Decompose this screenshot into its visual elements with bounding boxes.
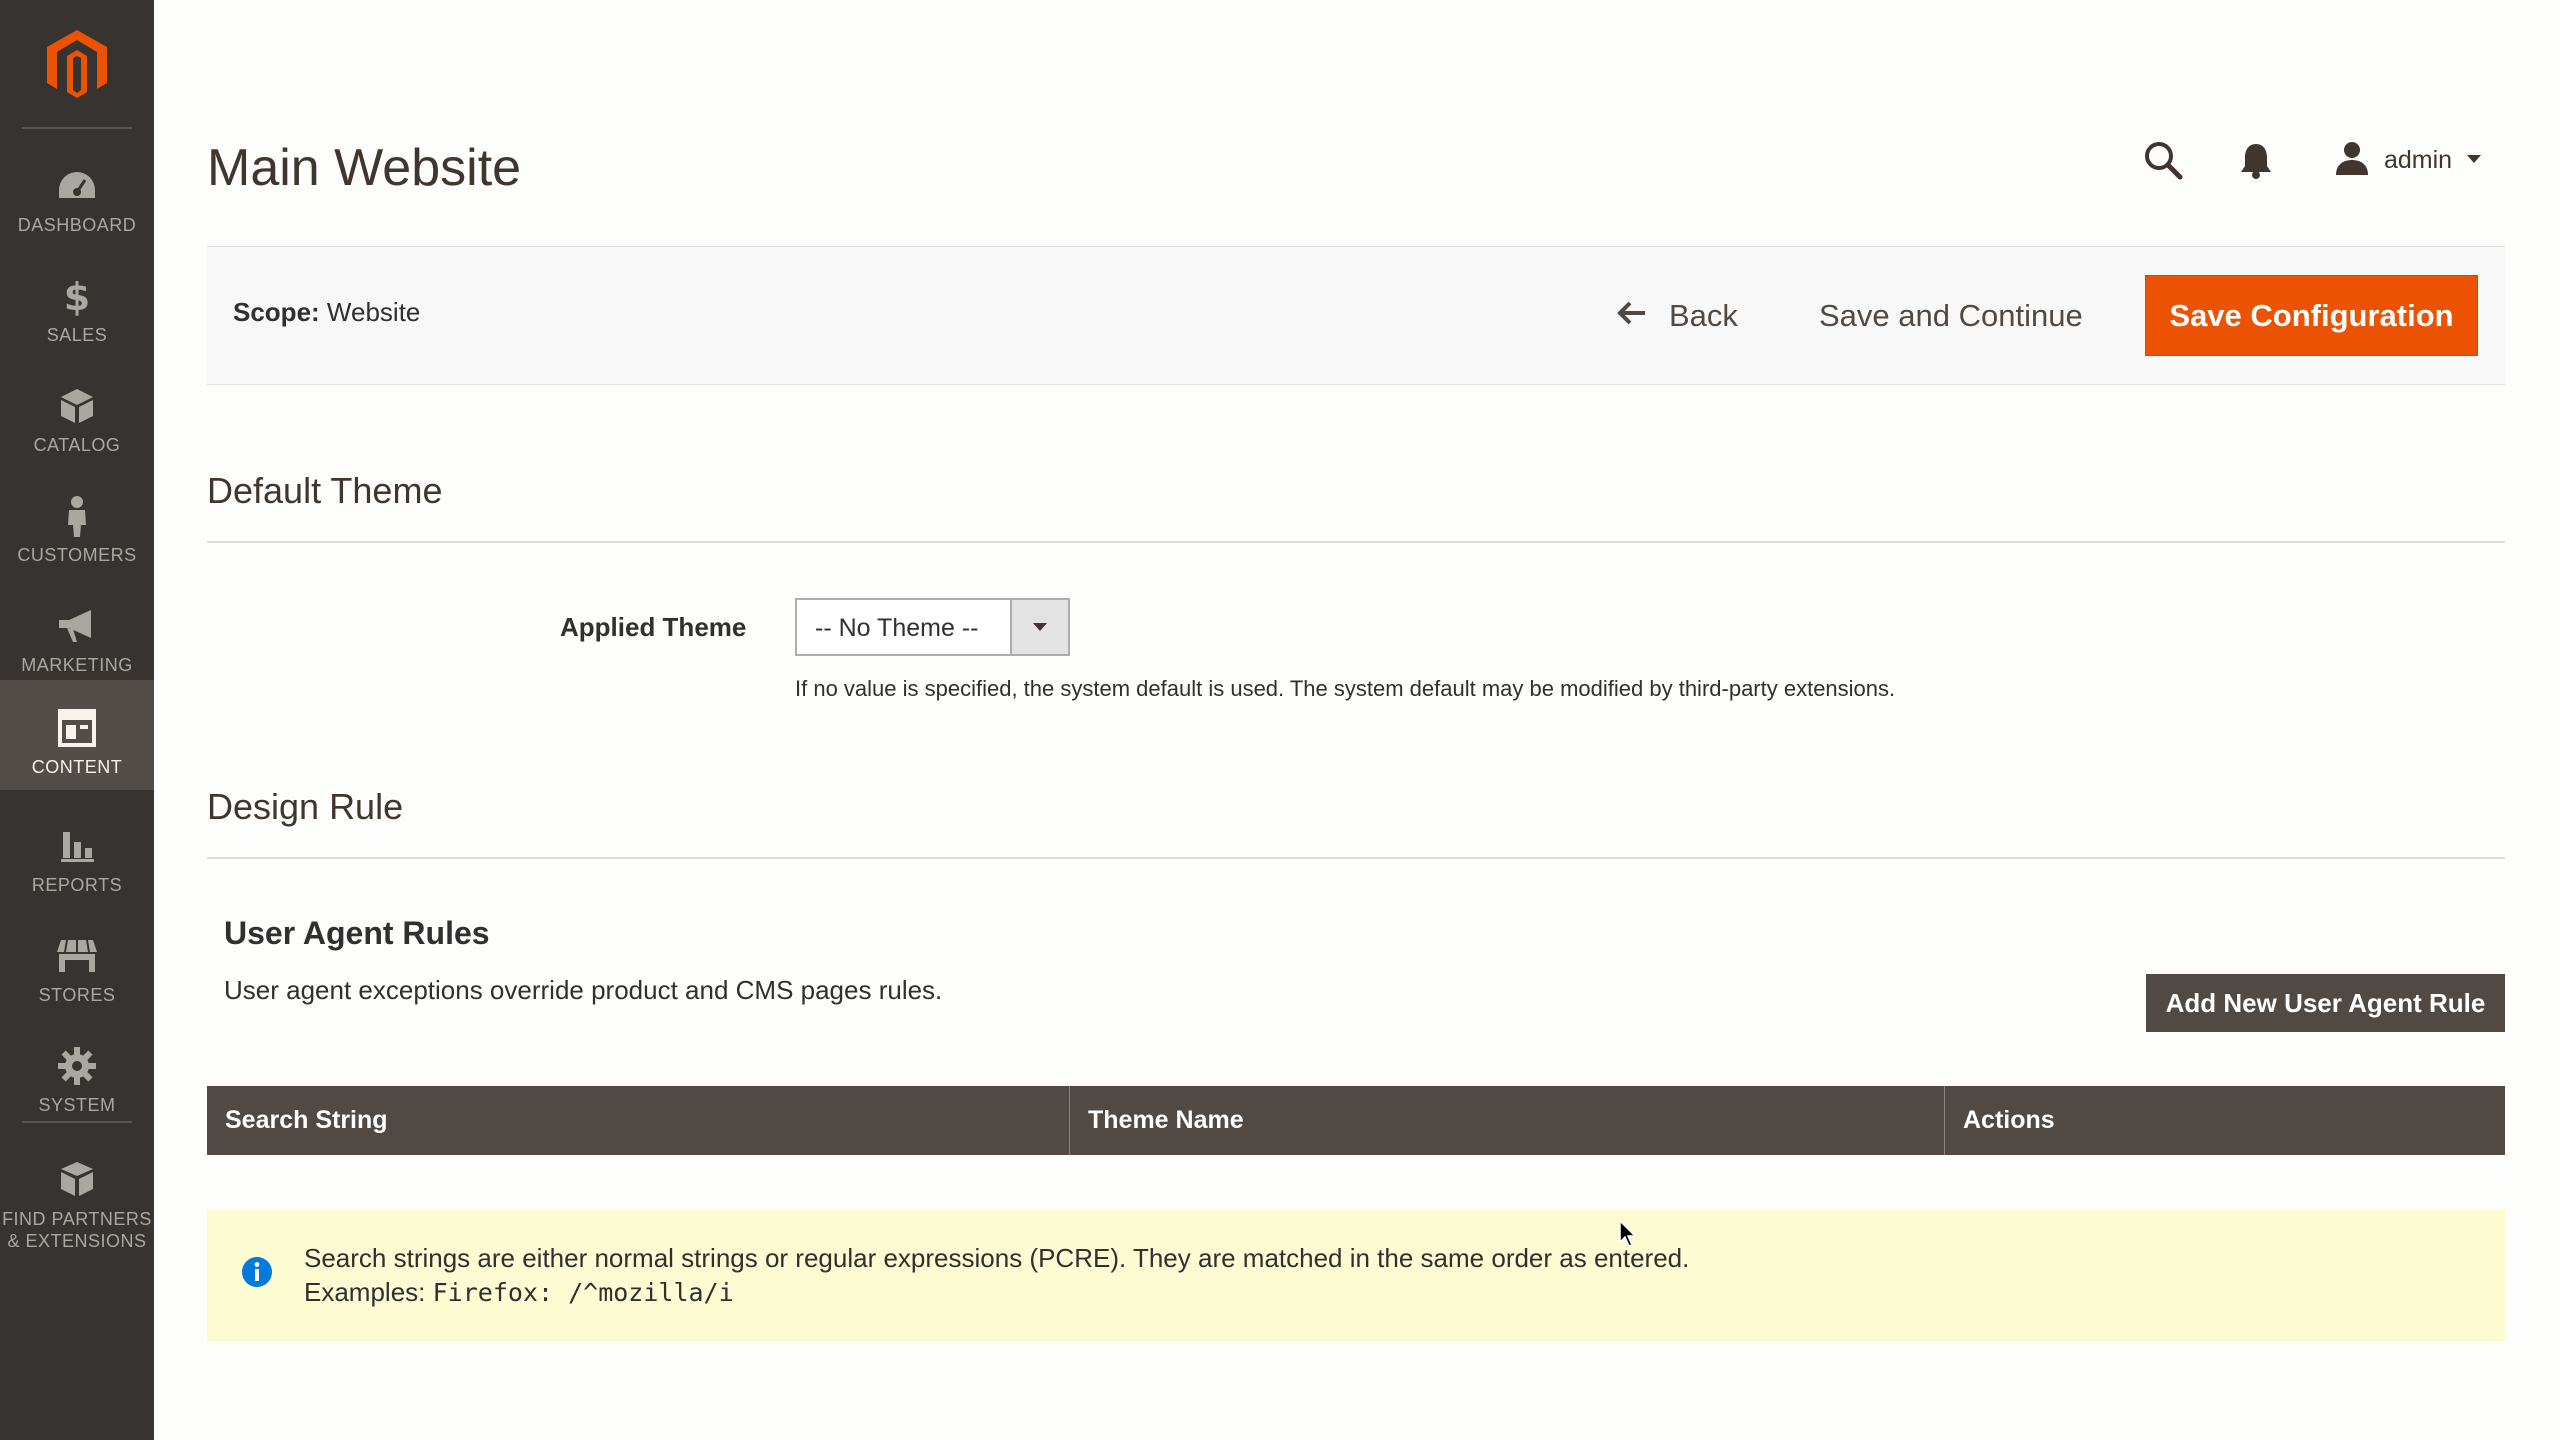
cubes-icon	[55, 1158, 99, 1202]
sidebar-item-stores[interactable]: STORES	[0, 908, 154, 1018]
sidebar-item-label: SALES	[46, 325, 108, 345]
sidebar-item-label: CATALOG	[33, 435, 121, 455]
notice-examples-code: Firefox: /^mozilla/i	[432, 1278, 734, 1307]
user-agent-rules-note: User agent exceptions override product a…	[224, 975, 943, 1005]
back-button-label: Back	[1669, 298, 1738, 333]
notification-bell-icon[interactable]	[2239, 142, 2273, 185]
page-title: Main Website	[207, 139, 522, 197]
bar-chart-icon	[55, 824, 99, 868]
applied-theme-label: Applied Theme	[560, 612, 747, 642]
scope-indicator: Scope: Website	[233, 297, 420, 328]
sidebar-item-find-partners[interactable]: FIND PARTNERS & EXTENSIONS	[0, 1132, 154, 1262]
sidebar-item-label: REPORTS	[31, 875, 123, 895]
user-avatar-icon	[2334, 140, 2370, 181]
sidebar-item-label: STORES	[38, 985, 116, 1005]
sidebar-item-catalog[interactable]: CATALOG	[0, 358, 154, 468]
section-title-default-theme[interactable]: Default Theme	[207, 470, 442, 512]
section-divider	[207, 541, 2505, 543]
notice-examples-label: Examples:	[304, 1277, 426, 1307]
scope-label: Scope:	[233, 297, 320, 327]
user-agent-rules-table-header: Search String Theme Name Actions	[207, 1086, 2505, 1155]
notice-examples: Examples: Firefox: /^mozilla/i	[304, 1277, 734, 1308]
info-icon	[241, 1256, 273, 1293]
sidebar-item-label: FIND PARTNERS & EXTENSIONS	[2, 1209, 152, 1251]
sidebar-divider	[22, 127, 132, 129]
sidebar-item-label: MARKETING	[21, 655, 133, 675]
mouse-pointer-icon	[1619, 1219, 1637, 1253]
info-notice: Search strings are either normal strings…	[207, 1210, 2505, 1341]
search-icon[interactable]	[2143, 140, 2183, 185]
sidebar-item-reports[interactable]: REPORTS	[0, 798, 154, 908]
admin-sidebar: DASHBOARD $ SALES CATALOG CUSTOMERS MARK…	[0, 0, 154, 1440]
page-actions-bar: Scope: Website Back Save and Continue Sa…	[207, 246, 2505, 385]
person-icon	[55, 494, 99, 538]
box-icon	[55, 384, 99, 428]
notice-text: Search strings are either normal strings…	[304, 1243, 1690, 1273]
save-configuration-button[interactable]: Save Configuration	[2145, 275, 2478, 356]
applied-theme-selected-value: -- No Theme --	[815, 614, 979, 642]
layout-icon	[55, 706, 99, 750]
user-agent-rules-title: User Agent Rules	[224, 915, 490, 951]
user-menu[interactable]: admin	[2334, 140, 2482, 180]
user-name: admin	[2384, 145, 2453, 174]
sidebar-item-dashboard[interactable]: DASHBOARD	[0, 138, 154, 248]
sidebar-item-label: CUSTOMERS	[17, 545, 137, 565]
sidebar-item-sales[interactable]: $ SALES	[0, 248, 154, 358]
column-header-theme-name: Theme Name	[1070, 1086, 1945, 1155]
sidebar-item-content[interactable]: CONTENT	[0, 680, 154, 790]
sidebar-item-system[interactable]: SYSTEM	[0, 1018, 154, 1128]
store-icon	[55, 934, 99, 978]
save-and-continue-button[interactable]: Save and Continue	[1819, 291, 2083, 341]
sidebar-item-label: CONTENT	[31, 757, 123, 777]
back-button[interactable]: Back	[1617, 291, 1738, 341]
svg-text:$: $	[64, 276, 90, 316]
sidebar-item-label: SYSTEM	[38, 1095, 116, 1115]
scope-value: Website	[326, 297, 421, 327]
dashboard-icon	[55, 164, 99, 208]
chevron-down-icon[interactable]	[1010, 600, 1068, 654]
section-divider	[207, 857, 2505, 859]
sidebar-divider	[22, 1121, 132, 1123]
sidebar-item-marketing[interactable]: MARKETING	[0, 578, 154, 688]
applied-theme-select[interactable]: -- No Theme --	[795, 598, 1070, 656]
sidebar-item-customers[interactable]: CUSTOMERS	[0, 468, 154, 578]
gear-icon	[55, 1044, 99, 1088]
dollar-icon: $	[55, 274, 99, 318]
sidebar-item-label: DASHBOARD	[17, 215, 137, 235]
magento-logo-icon[interactable]	[0, 0, 154, 128]
chevron-down-icon	[2466, 151, 2482, 169]
column-header-search-string: Search String	[207, 1086, 1070, 1155]
column-header-actions: Actions	[1963, 1106, 2055, 1134]
add-user-agent-rule-button[interactable]: Add New User Agent Rule	[2146, 974, 2505, 1032]
arrow-left-icon	[1617, 298, 1647, 334]
megaphone-icon	[55, 604, 99, 648]
section-title-design-rule[interactable]: Design Rule	[207, 786, 403, 828]
applied-theme-note: If no value is specified, the system def…	[795, 676, 1896, 701]
